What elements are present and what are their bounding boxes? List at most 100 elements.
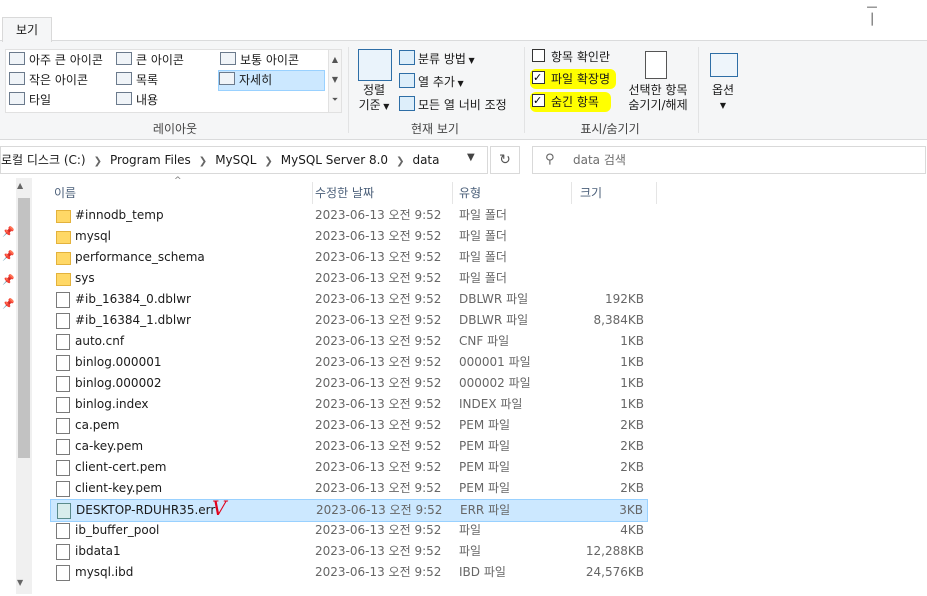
file-row[interactable]: #ib_16384_1.dblwr 2023-06-13 오전 9:52 DBLWR… — [50, 310, 648, 331]
file-size: 24,576KB — [585, 565, 644, 579]
breadcrumb-item[interactable]: Program Files — [110, 153, 191, 167]
file-name: mysql.ibd — [75, 565, 134, 579]
pin-icon: 📌 — [2, 299, 15, 310]
chevron-down-icon: ▼ — [719, 101, 727, 110]
file-size: 3KB — [619, 503, 643, 517]
search-input[interactable]: ⚲ data 검색 — [532, 146, 926, 174]
sort-by-icon[interactable] — [358, 49, 392, 81]
divider — [348, 47, 349, 133]
address-bar[interactable]: 로컬 디스크 (C:) ❯ Program Files ❯ MySQL ❯ MySQL Se… — [0, 146, 488, 174]
hidden-items-toggle[interactable]: 숨긴 항목 — [530, 91, 611, 112]
file-size: 2KB — [620, 481, 644, 495]
chevron-up-icon[interactable]: ▲ — [329, 50, 341, 70]
file-row[interactable]: binlog.index 2023-06-13 오전 9:52 INDEX 파일 1K… — [50, 394, 648, 415]
scroll-down-icon[interactable]: ▼ — [17, 578, 23, 587]
file-size: 192KB — [604, 292, 644, 306]
column-header-size[interactable]: 크기 — [576, 182, 657, 204]
chevron-right-icon[interactable]: ❯ — [264, 156, 272, 167]
file-row[interactable]: ib_buffer_pool 2023-06-13 오전 9:52 파일 4KB — [50, 520, 648, 541]
scroll-up-icon[interactable]: ▲ — [17, 181, 23, 190]
file-name: #ib_16384_1.dblwr — [75, 313, 191, 327]
checkbox-icon[interactable] — [532, 49, 545, 62]
maximize-icon[interactable]: │ — [852, 13, 892, 26]
file-size: 1KB — [620, 355, 644, 369]
file-type: 파일 — [459, 544, 482, 558]
file-row[interactable]: ibdata1 2023-06-13 오전 9:52 파일 12,288KB — [50, 541, 648, 562]
file-modified: 2023-06-13 오전 9:52 — [315, 208, 442, 222]
chevron-down-icon[interactable]: ▼ — [329, 70, 341, 90]
breadcrumb-item[interactable]: MySQL Server 8.0 — [281, 153, 388, 167]
options-button[interactable]: 옵션 ▼ — [702, 83, 744, 113]
chevron-right-icon[interactable]: ❯ — [199, 156, 207, 167]
chevron-right-icon[interactable]: ❯ — [396, 156, 404, 167]
column-header-type[interactable]: 유형 — [457, 182, 572, 204]
column-header-name[interactable]: 이름 — [50, 182, 313, 204]
group-by-button[interactable]: 분류 방법 ▼ — [399, 50, 475, 67]
hide-selected-button[interactable]: 선택한 항목 숨기기/해제 — [624, 83, 692, 113]
nav-scrollbar-thumb[interactable] — [18, 198, 30, 458]
layout-list[interactable]: 목록 — [116, 71, 158, 90]
file-row[interactable]: binlog.000002 2023-06-13 오전 9:52 000002 파일… — [50, 373, 648, 394]
layout-extra-large-icons[interactable]: 아주 큰 아이콘 — [9, 51, 103, 70]
file-row[interactable]: #innodb_temp 2023-06-13 오전 9:52 파일 폴더 — [50, 205, 648, 226]
file-extensions-toggle[interactable]: 파일 확장명 — [530, 68, 617, 89]
tab-view[interactable]: 보기 — [2, 17, 52, 42]
checkbox-checked-icon[interactable] — [532, 68, 545, 88]
file-name: sys — [75, 271, 95, 285]
file-row[interactable]: binlog.000001 2023-06-13 오전 9:52 000001 파일… — [50, 352, 648, 373]
hide-selected-icon[interactable] — [645, 51, 667, 79]
file-row[interactable]: DESKTOP-RDUHR35.err 2023-06-13 오전 9:52 ERR… — [50, 499, 648, 522]
item-checkboxes-toggle[interactable]: 항목 확인란 — [532, 47, 610, 67]
layout-scroll[interactable]: ▲ ▼ ⏷ — [328, 50, 341, 112]
file-name: #ib_16384_0.dblwr — [75, 292, 191, 306]
file-size: 2KB — [620, 460, 644, 474]
layout-content[interactable]: 내용 — [116, 91, 158, 110]
file-icon — [56, 355, 70, 371]
file-row[interactable]: client-cert.pem 2023-06-13 오전 9:52 PEM 파일 2… — [50, 457, 648, 478]
minimize-icon[interactable]: — — [852, 0, 892, 13]
size-columns-icon — [399, 96, 415, 111]
file-type: INDEX 파일 — [459, 397, 523, 411]
file-row[interactable]: auto.cnf 2023-06-13 오전 9:52 CNF 파일 1KB — [50, 331, 648, 352]
add-columns-button[interactable]: 열 추가 ▼ — [399, 73, 464, 90]
file-row[interactable]: ca-key.pem 2023-06-13 오전 9:52 PEM 파일 2KB — [50, 436, 648, 457]
breadcrumb-item[interactable]: data — [412, 153, 439, 167]
layout-tiles[interactable]: 타일 — [9, 91, 51, 110]
breadcrumb-item[interactable]: MySQL — [215, 153, 256, 167]
file-row[interactable]: mysql 2023-06-13 오전 9:52 파일 폴더 — [50, 226, 648, 247]
layout-details[interactable]: 자세히 — [218, 70, 325, 91]
file-name: #innodb_temp — [75, 208, 164, 222]
size-columns-button[interactable]: 모든 열 너비 조정 — [399, 96, 507, 113]
breadcrumb-item[interactable]: 로컬 디스크 (C:) — [1, 153, 86, 167]
refresh-button[interactable]: ↻ — [490, 146, 520, 174]
file-icon — [56, 460, 70, 476]
checkbox-checked-icon[interactable] — [532, 91, 545, 111]
divider — [524, 47, 525, 133]
file-icon — [56, 376, 70, 392]
details-icon — [219, 72, 235, 85]
more-icon[interactable]: ⏷ — [329, 90, 341, 110]
layout-medium-icons[interactable]: 보통 아이콘 — [220, 51, 299, 70]
file-row[interactable]: client-key.pem 2023-06-13 오전 9:52 PEM 파일 2K… — [50, 478, 648, 499]
chevron-right-icon[interactable]: ❯ — [94, 156, 102, 167]
file-size: 12,288KB — [585, 544, 644, 558]
file-name: binlog.000002 — [75, 376, 162, 390]
options-icon[interactable] — [710, 53, 738, 77]
window-controls: —│ — [852, 0, 927, 26]
sort-by-button[interactable]: 정렬 기준 ▼ — [354, 83, 394, 114]
file-row[interactable]: mysql.ibd 2023-06-13 오전 9:52 IBD 파일 24,576K… — [50, 562, 648, 583]
chevron-down-icon[interactable]: ▼ — [467, 152, 475, 163]
file-type: 파일 폴더 — [459, 250, 507, 264]
file-modified: 2023-06-13 오전 9:52 — [315, 313, 442, 327]
file-row[interactable]: ca.pem 2023-06-13 오전 9:52 PEM 파일 2KB — [50, 415, 648, 436]
file-row[interactable]: performance_schema 2023-06-13 오전 9:52 파일 폴… — [50, 247, 648, 268]
column-header-modified[interactable]: 수정한 날짜 — [313, 182, 453, 204]
file-name: ca.pem — [75, 418, 120, 432]
file-row[interactable]: sys 2023-06-13 오전 9:52 파일 폴더 — [50, 268, 648, 289]
file-modified: 2023-06-13 오전 9:52 — [316, 503, 443, 517]
folder-icon — [56, 210, 71, 223]
layout-large-icons[interactable]: 큰 아이콘 — [116, 51, 184, 70]
layout-small-icons[interactable]: 작은 아이콘 — [9, 71, 88, 90]
file-modified: 2023-06-13 오전 9:52 — [315, 397, 442, 411]
file-row[interactable]: #ib_16384_0.dblwr 2023-06-13 오전 9:52 DBLWR… — [50, 289, 648, 310]
